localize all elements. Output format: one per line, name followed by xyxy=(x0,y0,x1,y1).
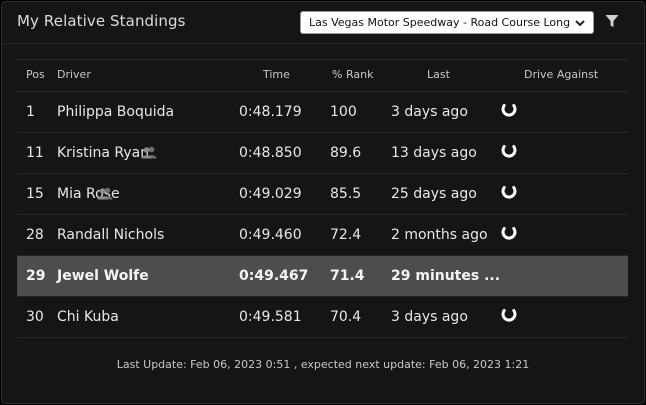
cell-pos: 29 xyxy=(26,268,46,284)
cell-time: 0:49.029 xyxy=(239,186,302,202)
cell-rank: 71.4 xyxy=(330,268,365,284)
cell-driver: Jewel Wolfe xyxy=(57,268,149,284)
table-row-current-user: 29 Jewel Wolfe 0:49.467 71.4 29 minutes ... xyxy=(17,256,628,297)
cell-last: 3 days ago xyxy=(391,104,468,120)
cell-last: 3 days ago xyxy=(391,309,468,325)
cell-rank: 70.4 xyxy=(330,309,362,325)
cell-driver: Chi Kuba xyxy=(57,309,119,325)
cell-pos: 28 xyxy=(26,227,44,243)
panel-title: My Relative Standings xyxy=(17,12,186,30)
track-select[interactable]: Las Vegas Motor Speedway - Road Course L… xyxy=(300,11,594,34)
table-row: 30 Chi Kuba 0:49.581 70.4 3 days ago xyxy=(17,297,628,338)
cell-driver: Randall Nichols xyxy=(57,227,165,243)
drive-against-icon[interactable] xyxy=(501,224,517,240)
cell-time: 0:49.581 xyxy=(239,309,302,325)
cell-time: 0:48.179 xyxy=(239,104,302,120)
drive-against-icon[interactable] xyxy=(501,142,517,158)
friends-icon xyxy=(97,187,113,200)
table-header: Pos Driver Time % Rank Last Drive Agains… xyxy=(17,59,628,92)
cell-rank: 89.6 xyxy=(330,145,362,161)
cell-rank: 72.4 xyxy=(330,227,362,243)
column-header-time: Time xyxy=(263,68,290,81)
cell-last: 13 days ago xyxy=(391,145,477,161)
filter-icon[interactable] xyxy=(604,13,620,29)
relative-standings-panel: My Relative Standings Las Vegas Motor Sp… xyxy=(1,1,645,404)
cell-driver: Philippa Boquida xyxy=(57,104,175,120)
column-header-rank: % Rank xyxy=(332,68,374,81)
drive-against-icon[interactable] xyxy=(501,183,517,199)
cell-rank: 100 xyxy=(330,104,357,120)
cell-last: 29 minutes ... xyxy=(391,268,501,284)
standings-table: Pos Driver Time % Rank Last Drive Agains… xyxy=(17,59,628,338)
column-header-driver: Driver xyxy=(57,68,91,81)
panel-header: My Relative Standings Las Vegas Motor Sp… xyxy=(2,2,644,44)
cell-pos: 1 xyxy=(26,104,35,120)
table-row: 15 Mia Rose 0:49.029 85.5 25 days ago xyxy=(17,174,628,215)
column-header-pos: Pos xyxy=(26,68,45,81)
table-row: 28 Randall Nichols 0:49.460 72.4 2 months ag… xyxy=(17,215,628,256)
column-header-last: Last xyxy=(427,68,450,81)
track-select-value: Las Vegas Motor Speedway - Road Course L… xyxy=(309,16,571,29)
cell-rank: 85.5 xyxy=(330,186,362,202)
cell-last: 2 months ago xyxy=(391,227,488,243)
cell-time: 0:48.850 xyxy=(239,145,302,161)
cell-last: 25 days ago xyxy=(391,186,477,202)
cell-pos: 15 xyxy=(26,186,44,202)
cell-time: 0:49.467 xyxy=(239,268,309,284)
chevron-down-icon xyxy=(575,20,585,27)
drive-against-icon[interactable] xyxy=(501,306,517,322)
table-row: 11 Kristina Ryan 0:48.850 89.6 13 days ago xyxy=(17,133,628,174)
table-body: 1 Philippa Boquida 0:48.179 100 3 days ago 11… xyxy=(17,92,628,338)
drive-against-icon[interactable] xyxy=(501,101,517,117)
column-header-drive-against: Drive Against xyxy=(524,68,599,81)
cell-driver: Kristina Ryan xyxy=(57,145,150,161)
table-row: 1 Philippa Boquida 0:48.179 100 3 days ago xyxy=(17,92,628,133)
cell-pos: 11 xyxy=(26,145,44,161)
last-update-text: Last Update: Feb 06, 2023 0:51 , expecte… xyxy=(116,358,530,371)
cell-pos: 30 xyxy=(26,309,44,325)
friends-icon xyxy=(141,146,157,159)
cell-time: 0:49.460 xyxy=(239,227,302,243)
